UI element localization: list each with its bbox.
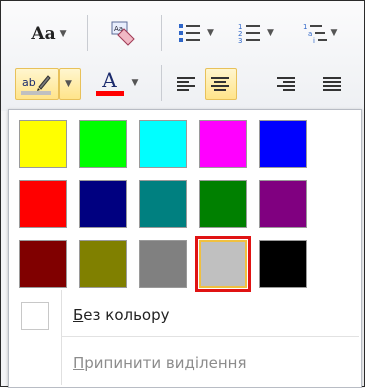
clear-formatting-button[interactable]: Aa xyxy=(104,17,140,49)
justify-icon xyxy=(323,77,341,91)
svg-text:a: a xyxy=(308,30,312,38)
bullets-icon xyxy=(179,24,201,42)
color-swatch-dark-yellow[interactable] xyxy=(79,240,127,288)
highlighter-icon: ab xyxy=(22,74,51,91)
chevron-down-icon: ▼ xyxy=(59,29,67,39)
align-center-icon-wrap xyxy=(205,71,235,97)
numbering-button[interactable]: 1 2 3 ▼ xyxy=(233,19,279,47)
color-swatch-violet[interactable] xyxy=(259,180,307,228)
clear-formatting-icon: Aa xyxy=(111,21,135,46)
change-case-label: Aa xyxy=(31,24,56,44)
font-color-button[interactable]: A ▼ xyxy=(91,67,143,99)
color-swatch-yellow[interactable] xyxy=(19,120,67,168)
svg-text:i: i xyxy=(313,37,315,44)
color-swatch-turquoise[interactable] xyxy=(139,120,187,168)
ribbon-font-group: Aa ▼ Aa ▼ 1 2 3 ▼ 1 a i ▼ ab ▼ A ▼ xyxy=(1,1,364,111)
chevron-down-icon: ▼ xyxy=(330,28,338,38)
color-swatch-blue[interactable] xyxy=(259,120,307,168)
chevron-down-icon: ▼ xyxy=(65,79,72,89)
font-color-icon: A xyxy=(95,68,124,96)
numbering-icon: 1 2 3 xyxy=(238,23,261,44)
menu-separator xyxy=(61,336,359,337)
highlighter-label: ab xyxy=(22,76,36,89)
align-left-icon xyxy=(177,77,195,91)
color-swatch-gray-50[interactable] xyxy=(139,240,187,288)
color-swatch-dark-blue[interactable] xyxy=(79,180,127,228)
align-left-button[interactable] xyxy=(171,71,201,97)
chevron-down-icon: ▼ xyxy=(207,28,214,38)
font-color-bar xyxy=(95,91,124,96)
svg-text:3: 3 xyxy=(238,37,242,44)
color-swatch-green[interactable] xyxy=(199,180,247,228)
highlight-color-window: Aa ▼ Aa ▼ 1 2 3 ▼ 1 a i ▼ ab ▼ A ▼ Без к… xyxy=(0,0,365,388)
bullets-button[interactable]: ▼ xyxy=(173,19,219,47)
multilevel-list-icon: 1 a i xyxy=(303,23,327,44)
chevron-down-icon: ▼ xyxy=(267,28,274,38)
chevron-down-icon: ▼ xyxy=(131,78,139,88)
align-right-button[interactable] xyxy=(271,71,301,97)
align-center-icon xyxy=(211,77,229,91)
svg-text:1: 1 xyxy=(303,23,307,31)
change-case-button[interactable]: Aa ▼ xyxy=(25,21,73,47)
highlighter-icon-wrap: ab xyxy=(17,69,55,97)
ribbon-divider xyxy=(87,15,88,51)
color-swatch-bright-green[interactable] xyxy=(79,120,127,168)
color-swatch-dark-red[interactable] xyxy=(19,240,67,288)
no-color-icon xyxy=(21,302,49,330)
ribbon-divider xyxy=(161,65,162,101)
color-swatch-teal[interactable] xyxy=(139,180,187,228)
align-right-icon xyxy=(277,77,295,91)
color-swatch-pink[interactable] xyxy=(199,120,247,168)
highlight-color-bar xyxy=(21,90,51,95)
ribbon-divider xyxy=(161,15,162,51)
highlight-color-dropdown: Без кольору Припинити виділення xyxy=(8,109,362,388)
color-swatch-gray-25[interactable] xyxy=(195,236,251,292)
stop-highlighting-menu-item[interactable]: Припинити виділення xyxy=(9,342,359,386)
color-swatch-red[interactable] xyxy=(19,180,67,228)
no-color-menu-item[interactable]: Без кольору xyxy=(9,294,359,338)
color-swatch-black[interactable] xyxy=(259,240,307,288)
stop-highlighting-label: Припинити виділення xyxy=(73,354,247,372)
multilevel-list-button[interactable]: 1 a i ▼ xyxy=(295,19,345,47)
justify-button[interactable] xyxy=(317,71,347,97)
font-color-letter: A xyxy=(102,68,117,92)
no-color-label: Без кольору xyxy=(73,306,170,324)
